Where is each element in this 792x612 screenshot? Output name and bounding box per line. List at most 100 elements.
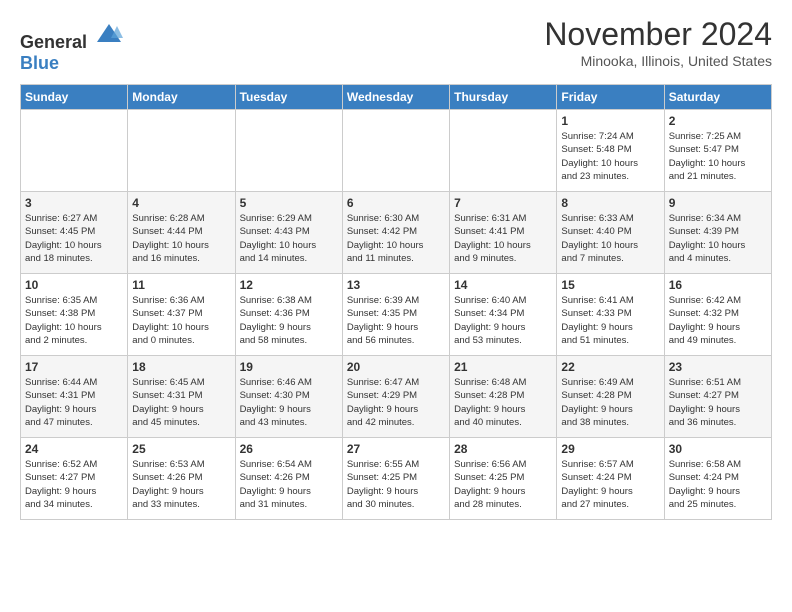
day-number: 24 (25, 442, 123, 456)
day-number: 11 (132, 278, 230, 292)
day-number: 5 (240, 196, 338, 210)
calendar-row: 3 Sunrise: 6:27 AM Sunset: 4:45 PM Daylig… (21, 192, 772, 274)
day-number: 1 (561, 114, 659, 128)
month-title: November 2024 (544, 16, 772, 53)
table-row (342, 110, 449, 192)
day-info: Sunrise: 6:49 AM Sunset: 4:28 PM Dayligh… (561, 376, 659, 429)
table-row: 16 Sunrise: 6:42 AM Sunset: 4:32 PM Dayli… (664, 274, 771, 356)
day-number: 10 (25, 278, 123, 292)
table-row: 11Sunrise: 6:36 AM Sunset: 4:37 PM Dayli… (128, 274, 235, 356)
day-info: Sunrise: 6:39 AM Sunset: 4:35 PM Dayligh… (347, 294, 445, 347)
day-info: Sunrise: 6:34 AM Sunset: 4:39 PM Dayligh… (669, 212, 767, 265)
day-number: 16 (669, 278, 767, 292)
logo-general: General (20, 32, 87, 52)
table-row: 20Sunrise: 6:47 AM Sunset: 4:29 PM Dayli… (342, 356, 449, 438)
table-row: 30 Sunrise: 6:58 AM Sunset: 4:24 PM Dayli… (664, 438, 771, 520)
day-info: Sunrise: 6:38 AM Sunset: 4:36 PM Dayligh… (240, 294, 338, 347)
day-info: Sunrise: 6:53 AM Sunset: 4:26 PM Dayligh… (132, 458, 230, 511)
day-info: Sunrise: 7:25 AM Sunset: 5:47 PM Dayligh… (669, 130, 767, 183)
day-number: 28 (454, 442, 552, 456)
table-row: 29Sunrise: 6:57 AM Sunset: 4:24 PM Dayli… (557, 438, 664, 520)
table-row: 10 Sunrise: 6:35 AM Sunset: 4:38 PM Dayli… (21, 274, 128, 356)
calendar-row: 1 Sunrise: 7:24 AM Sunset: 5:48 PM Daylig… (21, 110, 772, 192)
day-info: Sunrise: 6:29 AM Sunset: 4:43 PM Dayligh… (240, 212, 338, 265)
day-number: 17 (25, 360, 123, 374)
logo: General Blue (20, 20, 123, 74)
table-row: 9 Sunrise: 6:34 AM Sunset: 4:39 PM Daylig… (664, 192, 771, 274)
header-saturday: Saturday (664, 85, 771, 110)
day-number: 30 (669, 442, 767, 456)
day-info: Sunrise: 6:52 AM Sunset: 4:27 PM Dayligh… (25, 458, 123, 511)
day-number: 27 (347, 442, 445, 456)
day-info: Sunrise: 6:44 AM Sunset: 4:31 PM Dayligh… (25, 376, 123, 429)
day-number: 19 (240, 360, 338, 374)
table-row: 21 Sunrise: 6:48 AM Sunset: 4:28 PM Dayli… (450, 356, 557, 438)
day-number: 8 (561, 196, 659, 210)
location: Minooka, Illinois, United States (544, 53, 772, 69)
calendar-body: 1 Sunrise: 7:24 AM Sunset: 5:48 PM Daylig… (21, 110, 772, 520)
day-info: Sunrise: 6:48 AM Sunset: 4:28 PM Dayligh… (454, 376, 552, 429)
header: General Blue November 2024 Minooka, Illi… (20, 16, 772, 74)
day-number: 22 (561, 360, 659, 374)
table-row (128, 110, 235, 192)
day-number: 15 (561, 278, 659, 292)
day-number: 9 (669, 196, 767, 210)
day-info: Sunrise: 6:31 AM Sunset: 4:41 PM Dayligh… (454, 212, 552, 265)
day-number: 7 (454, 196, 552, 210)
table-row: 14Sunrise: 6:40 AM Sunset: 4:34 PM Dayli… (450, 274, 557, 356)
header-wednesday: Wednesday (342, 85, 449, 110)
day-number: 26 (240, 442, 338, 456)
day-info: Sunrise: 6:51 AM Sunset: 4:27 PM Dayligh… (669, 376, 767, 429)
table-row: 12Sunrise: 6:38 AM Sunset: 4:36 PM Dayli… (235, 274, 342, 356)
calendar-table: Sunday Monday Tuesday Wednesday Thursday… (20, 84, 772, 520)
table-row: 24 Sunrise: 6:52 AM Sunset: 4:27 PM Dayli… (21, 438, 128, 520)
day-info: Sunrise: 7:24 AM Sunset: 5:48 PM Dayligh… (561, 130, 659, 183)
day-number: 6 (347, 196, 445, 210)
day-number: 23 (669, 360, 767, 374)
day-info: Sunrise: 6:27 AM Sunset: 4:45 PM Dayligh… (25, 212, 123, 265)
calendar-row: 10 Sunrise: 6:35 AM Sunset: 4:38 PM Dayli… (21, 274, 772, 356)
day-number: 3 (25, 196, 123, 210)
table-row: 1 Sunrise: 7:24 AM Sunset: 5:48 PM Daylig… (557, 110, 664, 192)
table-row: 15 Sunrise: 6:41 AM Sunset: 4:33 PM Dayli… (557, 274, 664, 356)
table-row (235, 110, 342, 192)
header-friday: Friday (557, 85, 664, 110)
table-row: 26 Sunrise: 6:54 AM Sunset: 4:26 PM Dayli… (235, 438, 342, 520)
day-number: 18 (132, 360, 230, 374)
calendar-row: 17 Sunrise: 6:44 AM Sunset: 4:31 PM Dayli… (21, 356, 772, 438)
day-info: Sunrise: 6:58 AM Sunset: 4:24 PM Dayligh… (669, 458, 767, 511)
table-row: 22 Sunrise: 6:49 AM Sunset: 4:28 PM Dayli… (557, 356, 664, 438)
table-row: 8 Sunrise: 6:33 AM Sunset: 4:40 PM Daylig… (557, 192, 664, 274)
day-info: Sunrise: 6:30 AM Sunset: 4:42 PM Dayligh… (347, 212, 445, 265)
day-info: Sunrise: 6:45 AM Sunset: 4:31 PM Dayligh… (132, 376, 230, 429)
logo-blue: Blue (20, 53, 59, 73)
day-number: 4 (132, 196, 230, 210)
table-row: 4 Sunrise: 6:28 AM Sunset: 4:44 PM Daylig… (128, 192, 235, 274)
table-row: 2 Sunrise: 7:25 AM Sunset: 5:47 PM Daylig… (664, 110, 771, 192)
day-number: 13 (347, 278, 445, 292)
day-info: Sunrise: 6:41 AM Sunset: 4:33 PM Dayligh… (561, 294, 659, 347)
day-info: Sunrise: 6:33 AM Sunset: 4:40 PM Dayligh… (561, 212, 659, 265)
day-number: 21 (454, 360, 552, 374)
day-info: Sunrise: 6:42 AM Sunset: 4:32 PM Dayligh… (669, 294, 767, 347)
table-row: 5 Sunrise: 6:29 AM Sunset: 4:43 PM Daylig… (235, 192, 342, 274)
table-row: 28Sunrise: 6:56 AM Sunset: 4:25 PM Dayli… (450, 438, 557, 520)
day-number: 25 (132, 442, 230, 456)
table-row: 13 Sunrise: 6:39 AM Sunset: 4:35 PM Dayli… (342, 274, 449, 356)
day-info: Sunrise: 6:28 AM Sunset: 4:44 PM Dayligh… (132, 212, 230, 265)
table-row: 27 Sunrise: 6:55 AM Sunset: 4:25 PM Dayli… (342, 438, 449, 520)
day-info: Sunrise: 6:35 AM Sunset: 4:38 PM Dayligh… (25, 294, 123, 347)
day-info: Sunrise: 6:55 AM Sunset: 4:25 PM Dayligh… (347, 458, 445, 511)
table-row: 25 Sunrise: 6:53 AM Sunset: 4:26 PM Dayli… (128, 438, 235, 520)
header-tuesday: Tuesday (235, 85, 342, 110)
table-row: 6 Sunrise: 6:30 AM Sunset: 4:42 PM Daylig… (342, 192, 449, 274)
table-row: 3 Sunrise: 6:27 AM Sunset: 4:45 PM Daylig… (21, 192, 128, 274)
header-sunday: Sunday (21, 85, 128, 110)
header-row: Sunday Monday Tuesday Wednesday Thursday… (21, 85, 772, 110)
day-info: Sunrise: 6:47 AM Sunset: 4:29 PM Dayligh… (347, 376, 445, 429)
day-number: 2 (669, 114, 767, 128)
calendar-row: 24 Sunrise: 6:52 AM Sunset: 4:27 PM Dayli… (21, 438, 772, 520)
table-row: 18 Sunrise: 6:45 AM Sunset: 4:31 PM Dayli… (128, 356, 235, 438)
title-area: November 2024 Minooka, Illinois, United … (544, 16, 772, 69)
day-info: Sunrise: 6:54 AM Sunset: 4:26 PM Dayligh… (240, 458, 338, 511)
